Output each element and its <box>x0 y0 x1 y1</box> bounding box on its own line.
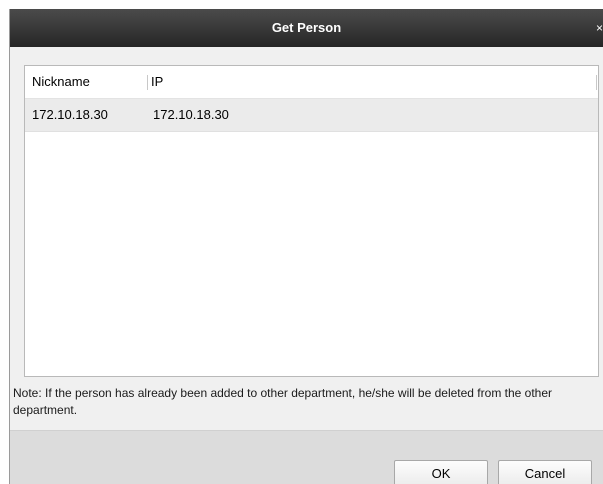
note-text: Note: If the person has already been add… <box>13 386 553 417</box>
table-header: Nickname IP <box>25 66 598 98</box>
cell-nickname: 172.10.18.30 <box>32 107 108 122</box>
close-icon[interactable]: × <box>596 9 603 47</box>
column-header-ip[interactable]: IP <box>151 66 163 98</box>
cell-ip: 172.10.18.30 <box>153 107 229 122</box>
button-bar: OK Cancel <box>10 430 603 484</box>
dialog-title: Get Person <box>271 20 342 35</box>
ok-button[interactable]: OK <box>394 460 488 484</box>
column-divider[interactable] <box>596 75 597 90</box>
person-table: Nickname IP 172.10.18.30 172.10.18.30 <box>24 65 599 377</box>
column-divider[interactable] <box>147 75 148 90</box>
get-person-dialog: Get Person × Nickname IP 172.10.18.30 17… <box>9 9 603 484</box>
column-header-nickname[interactable]: Nickname <box>32 66 90 98</box>
table-row[interactable]: 172.10.18.30 172.10.18.30 <box>25 98 598 132</box>
cancel-button[interactable]: Cancel <box>498 460 592 484</box>
title-bar[interactable]: Get Person × <box>10 9 603 47</box>
